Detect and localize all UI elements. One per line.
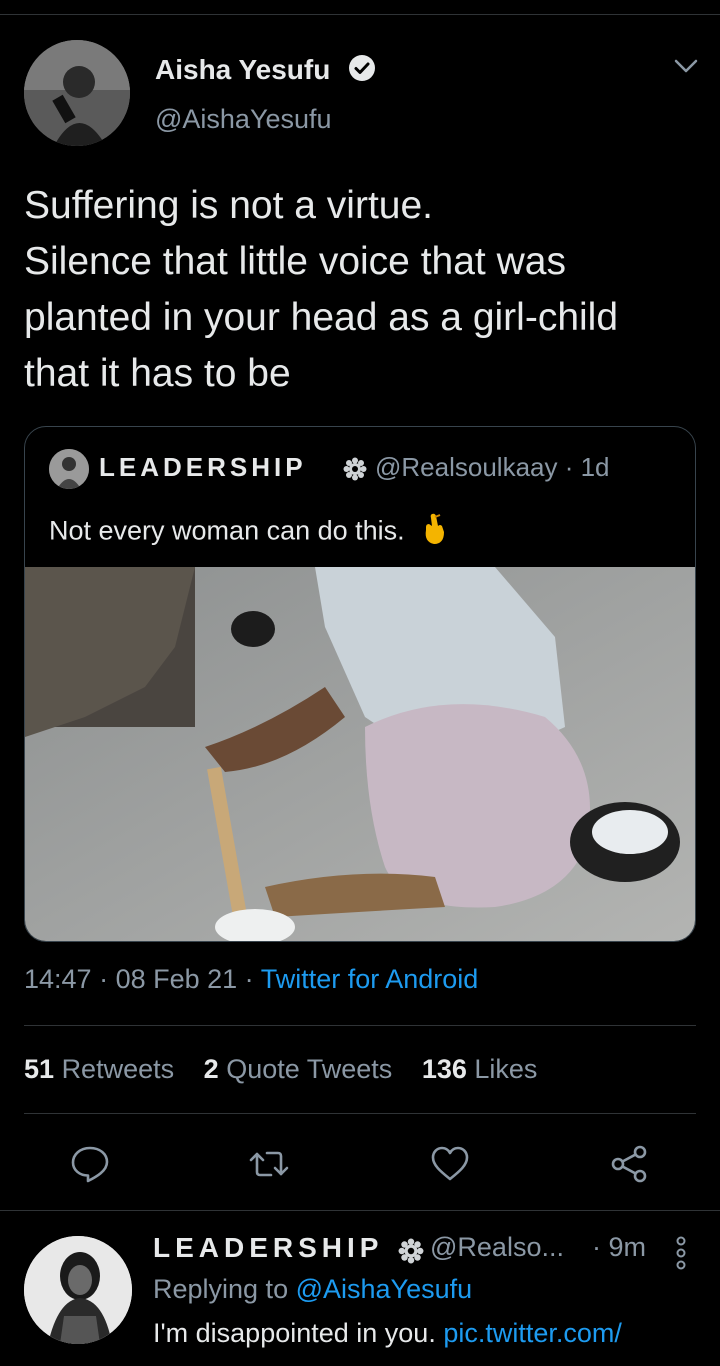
reply-media-link[interactable]: pic.twitter.com/ (443, 1318, 622, 1348)
retweets-count[interactable]: 51 (24, 1054, 54, 1084)
likes-count[interactable]: 136 (422, 1054, 467, 1084)
reply-time: · 9m (592, 1232, 646, 1262)
replying-to-mention[interactable]: @AishaYesufu (296, 1274, 473, 1304)
author-handle[interactable]: @AishaYesufu (155, 104, 332, 135)
replying-to-label: Replying to (153, 1274, 289, 1304)
retweet-icon[interactable] (249, 1144, 289, 1184)
top-divider (0, 14, 720, 15)
badge-icon (398, 1238, 424, 1269)
author-name[interactable]: Aisha Yesufu (155, 54, 376, 89)
quoted-tweet-text: Not every woman can do this. (49, 512, 448, 553)
tweet-text-line: planted in your head as a girl-child (24, 296, 619, 339)
tweet-text-line: that it has to be (24, 352, 291, 395)
tweet-date: · 08 Feb 21 · (99, 964, 254, 994)
retweets-stat[interactable]: 51 Retweets (24, 1054, 182, 1084)
quoted-tweet-photo[interactable] (25, 567, 695, 941)
divider (0, 1210, 720, 1211)
quote-tweets-stat[interactable]: 2 Quote Tweets (204, 1054, 400, 1084)
reply-author-handle[interactable]: @Realso... (430, 1232, 564, 1263)
quoted-tweet-text-content: Not every woman can do this. (49, 515, 405, 546)
verified-badge-icon (348, 54, 376, 89)
quoted-author-name: LEADERSHIP (99, 452, 307, 482)
likes-stat[interactable]: 136 Likes (422, 1054, 538, 1084)
reply-author-avatar[interactable] (24, 1236, 132, 1344)
quoted-tweet-card[interactable]: LEADERSHIP @Realsoulkaay · 1d Not every … (24, 426, 696, 942)
engagement-stats: 51 Retweets 2 Quote Tweets 136 Likes (24, 1054, 559, 1085)
chevron-down-icon[interactable] (672, 56, 700, 81)
tweet-source-link[interactable]: Twitter for Android (261, 964, 479, 994)
author-name-text[interactable]: Aisha Yesufu (155, 54, 330, 85)
retweets-label[interactable]: Retweets (62, 1054, 175, 1084)
share-icon[interactable] (609, 1144, 649, 1184)
tweet-timestamp: 14:47 · 08 Feb 21 · Twitter for Android (24, 964, 478, 995)
heart-icon[interactable] (430, 1144, 470, 1184)
likes-label[interactable]: Likes (474, 1054, 537, 1084)
reply-icon[interactable] (70, 1144, 110, 1184)
quote-tweets-count[interactable]: 2 (204, 1054, 219, 1084)
tweet-time: 14:47 (24, 964, 92, 994)
tweet-text-line: Suffering is not a virtue. (24, 184, 434, 227)
quoted-author-avatar (49, 449, 89, 489)
reply-text-content: I'm disappointed in you. (153, 1318, 436, 1348)
divider (24, 1025, 696, 1026)
more-vertical-icon[interactable] (674, 1236, 688, 1275)
quote-tweets-label[interactable]: Quote Tweets (226, 1054, 392, 1084)
quoted-author-handle: @Realsoulkaay (375, 452, 558, 482)
author-avatar[interactable] (24, 40, 130, 146)
reply-author-name[interactable]: LEADERSHIP (153, 1232, 383, 1264)
replying-to: Replying to @AishaYesufu (153, 1274, 472, 1305)
tweet-text-line: Silence that little voice that was (24, 240, 566, 283)
quoted-time: · 1d (564, 452, 610, 482)
quoted-meta: @Realsoulkaay · 1d (375, 452, 610, 483)
crossed-fingers-emoji-icon (420, 512, 448, 553)
badge-icon (343, 457, 367, 486)
divider (24, 1113, 696, 1114)
reply-text: I'm disappointed in you. pic.twitter.com… (153, 1318, 622, 1349)
tweet-text: Suffering is not a virtue. Silence that … (24, 178, 704, 402)
